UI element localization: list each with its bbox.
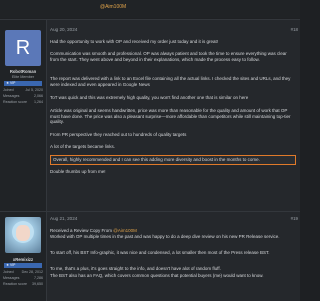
paragraph: Double thumbs up from me! [50, 169, 106, 174]
paragraph: Worked with OP multiple times in the pas… [50, 234, 280, 239]
paragraph: ToT was quick and this was extremely hig… [50, 95, 249, 100]
stat-reactions: Reaction score 1,264 [3, 100, 43, 104]
paragraph: Communication was smooth and professiona… [50, 51, 287, 62]
avatar[interactable]: R [5, 30, 41, 66]
paragraph: Article was original and seems handwritt… [50, 108, 291, 125]
paragraph: A lot of the targets became links. [50, 144, 116, 149]
avatar[interactable] [5, 217, 41, 253]
user-panel: R RobotRoman Elite Member ★ VIP Joined Ju… [0, 20, 47, 242]
vip-badge: ★ VIP [4, 81, 42, 86]
post-date[interactable]: Aug 21, 2024 [50, 216, 77, 221]
post: R RobotRoman Elite Member ★ VIP Joined Ju… [0, 19, 300, 242]
paragraph: To me, that's a plus, it's goes straight… [50, 266, 221, 271]
mention-link[interactable]: @Aim100M [113, 228, 137, 233]
stat-reactions: Reaction score 39,650 [3, 282, 43, 286]
vip-badge: ★ VIP [4, 263, 42, 268]
mention-link[interactable]: @Aim100M [100, 4, 126, 10]
username[interactable]: xRemixizz [0, 257, 46, 262]
paragraph: The report was delivered with a link to … [50, 76, 291, 87]
paragraph: Received a Review Copy From @Aim100M [50, 228, 137, 233]
paragraph: From PR perspective they reached out to … [50, 132, 187, 137]
user-title: Elite Member [11, 75, 35, 79]
stat-joined: Joined Dec 28, 2012 [3, 270, 43, 274]
username[interactable]: RobotRoman [0, 69, 46, 74]
post: xRemixizz ★ VIP Joined Dec 28, 2012 Messa… [0, 211, 300, 301]
post-number[interactable]: #18 [291, 27, 298, 32]
paragraph: The BST also has an FAQ, which covers co… [50, 273, 264, 278]
paragraph: To start off, his BST Info-graphic, it w… [50, 250, 270, 255]
forum-thread: @Aim100M R RobotRoman Elite Member ★ VIP… [0, 0, 300, 301]
stat-messages: Messages 2,066 [3, 94, 43, 98]
previous-post-footer: @Aim100M [0, 0, 300, 18]
stat-messages: Messages 7,286 [3, 276, 43, 280]
highlighted-paragraph: Overall, highly recommended and I can se… [50, 155, 296, 165]
user-panel: xRemixizz ★ VIP Joined Dec 28, 2012 Messa… [0, 212, 47, 301]
post-number[interactable]: #19 [291, 216, 298, 221]
paragraph: Had the opportunity to work with OP and … [50, 39, 219, 44]
stat-joined: Joined Jul 5, 2020 [3, 88, 43, 92]
post-date[interactable]: Aug 20, 2024 [50, 27, 77, 32]
